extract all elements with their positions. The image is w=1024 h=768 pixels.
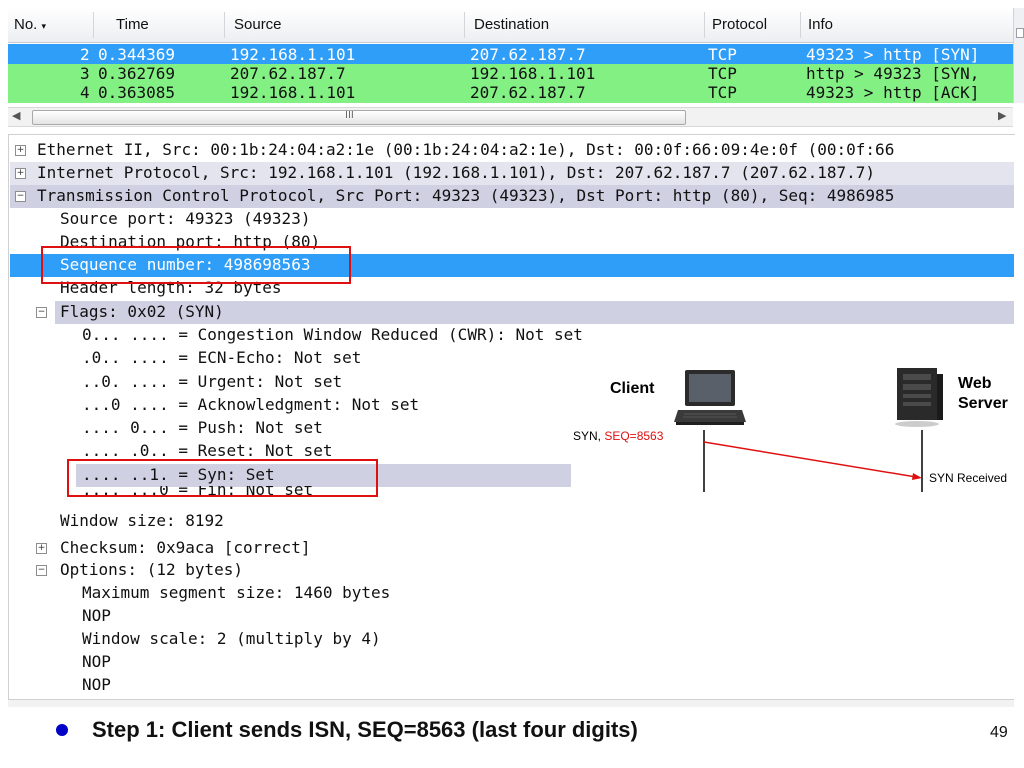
ethernet-item[interactable]: Ethernet II, Src: 00:1b:24:04:a2:1e (00:… — [37, 138, 894, 161]
packet-time: 0.362769 — [98, 64, 176, 83]
expand-icon[interactable]: + — [36, 543, 47, 554]
packet-info: http > 49323 [SYN, — [806, 64, 980, 83]
syn-prefix: SYN, — [573, 429, 605, 443]
packet-row[interactable]: 4 0.363085 192.168.1.101 207.62.187.7 TC… — [8, 83, 1013, 103]
server-label-line: Web — [958, 375, 992, 392]
hscroll-thumb[interactable]: III — [32, 110, 686, 125]
packet-source: 192.168.1.101 — [230, 45, 356, 64]
packet-protocol: TCP — [708, 83, 737, 102]
column-divider[interactable] — [800, 12, 801, 38]
client-label: Client — [610, 380, 655, 397]
packet-destination: 207.62.187.7 — [470, 83, 586, 102]
checksum-item[interactable]: Checksum: 0x9aca [correct] — [60, 536, 310, 559]
collapse-icon[interactable]: − — [36, 307, 47, 318]
thumb-grip: III — [345, 110, 354, 121]
ip-item[interactable]: Internet Protocol, Src: 192.168.1.101 (1… — [37, 161, 875, 184]
sort-arrow-icon: ▾ — [41, 21, 47, 31]
flag-ecn-item[interactable]: .0.. .... = ECN-Echo: Not set — [82, 346, 361, 369]
option-nop-item[interactable]: NOP — [82, 650, 111, 673]
expand-icon[interactable]: + — [15, 168, 26, 179]
option-nop-item[interactable]: NOP — [82, 604, 111, 627]
flag-cwr-item[interactable]: 0... .... = Congestion Window Reduced (C… — [82, 323, 583, 346]
scroll-left-icon[interactable]: ◀ — [12, 109, 20, 122]
syn-highlight-box — [67, 459, 378, 497]
options-item[interactable]: Options: (12 bytes) — [60, 558, 243, 581]
packet-time: 0.363085 — [98, 83, 176, 102]
collapse-icon[interactable]: − — [36, 565, 47, 576]
bullet-icon — [56, 724, 68, 736]
column-divider[interactable] — [224, 12, 225, 38]
packet-no: 3 — [80, 64, 90, 83]
sequence-highlight-box — [41, 246, 351, 284]
column-destination[interactable]: Destination — [474, 16, 549, 33]
vscroll-thumb[interactable] — [1016, 28, 1024, 38]
syn-arrow — [703, 430, 923, 492]
packet-list-hscroll[interactable]: ◀ III ▶ — [8, 107, 1013, 127]
packet-source: 207.62.187.7 — [230, 64, 346, 83]
packet-list-vscroll[interactable] — [1013, 8, 1024, 103]
column-source[interactable]: Source — [234, 16, 282, 33]
column-info[interactable]: Info — [808, 16, 833, 33]
seq-label: SEQ=8563 — [604, 429, 664, 443]
packet-no: 2 — [80, 45, 90, 64]
packet-info: 49323 > http [SYN] — [806, 45, 980, 64]
step-caption: Step 1: Client sends ISN, SEQ=8563 (last… — [92, 717, 638, 742]
flags-item[interactable]: Flags: 0x02 (SYN) — [60, 300, 224, 323]
flag-ack-item[interactable]: ...0 .... = Acknowledgment: Not set — [82, 393, 419, 416]
window-size-item[interactable]: Window size: 8192 — [60, 509, 224, 532]
packet-protocol: TCP — [708, 45, 737, 64]
flag-push-item[interactable]: .... 0... = Push: Not set — [82, 416, 323, 439]
column-no[interactable]: No. ▾ — [14, 16, 46, 33]
packet-destination: 192.168.1.101 — [470, 64, 596, 83]
details-hscroll[interactable] — [8, 699, 1014, 707]
server-label: Web Server — [958, 374, 1008, 414]
packet-source: 192.168.1.101 — [230, 83, 356, 102]
option-wscale-item[interactable]: Window scale: 2 (multiply by 4) — [82, 627, 381, 650]
option-mss-item[interactable]: Maximum segment size: 1460 bytes — [82, 581, 390, 604]
packet-info: 49323 > http [ACK] — [806, 83, 980, 102]
source-port-item[interactable]: Source port: 49323 (49323) — [60, 207, 310, 230]
column-label: No. — [14, 16, 38, 33]
laptop-icon — [674, 370, 746, 425]
syn-received-label: SYN Received — [929, 471, 1008, 485]
server-icon — [895, 368, 943, 427]
syn-label: SYN, SEQ=8563 — [573, 429, 663, 443]
column-protocol[interactable]: Protocol — [712, 16, 767, 33]
packet-time: 0.344369 — [98, 45, 176, 64]
column-divider[interactable] — [464, 12, 465, 38]
packet-protocol: TCP — [708, 64, 737, 83]
flag-urg-item[interactable]: ..0. .... = Urgent: Not set — [82, 370, 342, 393]
option-nop-item[interactable]: NOP — [82, 673, 111, 696]
packet-row[interactable]: 2 0.344369 192.168.1.101 207.62.187.7 TC… — [8, 44, 1013, 66]
column-time[interactable]: Time — [116, 16, 149, 33]
column-divider[interactable] — [93, 12, 94, 38]
expand-icon[interactable]: + — [15, 145, 26, 156]
page-number: 49 — [990, 724, 1008, 741]
packet-no: 4 — [80, 83, 90, 102]
collapse-icon[interactable]: − — [15, 191, 26, 202]
server-label-line: Server — [958, 395, 1008, 412]
column-divider[interactable] — [704, 12, 705, 38]
packet-list-header: No. ▾ Time Source Destination Protocol I… — [8, 8, 1013, 43]
packet-row[interactable]: 3 0.362769 207.62.187.7 192.168.1.101 TC… — [8, 64, 1013, 83]
scroll-right-icon[interactable]: ▶ — [998, 109, 1006, 122]
packet-destination: 207.62.187.7 — [470, 45, 586, 64]
tcp-item[interactable]: Transmission Control Protocol, Src Port:… — [37, 184, 894, 207]
